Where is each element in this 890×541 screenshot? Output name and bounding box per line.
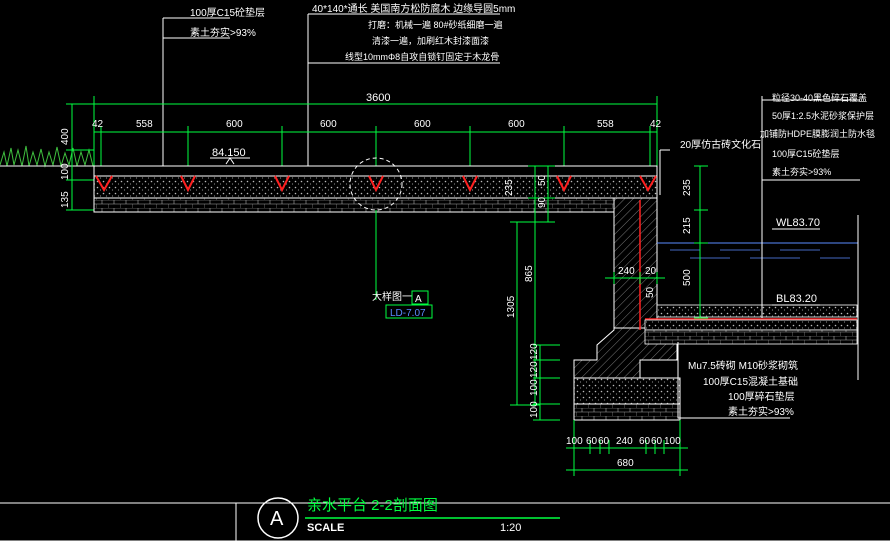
dim-left-100: 100 <box>60 163 71 180</box>
dim-mid-90: 90 <box>537 196 548 208</box>
detail-ref-code: LD-7.07 <box>390 308 426 319</box>
callout-top-left-2: 素土夯实>93% <box>190 26 256 39</box>
dim-seg-6: 600 <box>508 119 525 130</box>
dim-wall-240: 240 <box>618 266 635 277</box>
callout-top-center-4: 线型10mmΦ8自攻自锁钉固定于木龙骨 <box>345 51 499 62</box>
dim-base-5: 60 <box>639 436 651 447</box>
grass <box>0 145 94 168</box>
callout-top-center-2: 打磨：机械一遍 80#砂纸细磨一遍 <box>368 19 503 30</box>
callout-top-center-3: 清漆一遍，加刷红木封漆面漆 <box>372 35 489 46</box>
dim-seg-3: 600 <box>226 119 243 130</box>
dim-base-2: 60 <box>586 436 598 447</box>
dim-stack-3: 100 <box>529 379 540 396</box>
callout-foundation: Mu7.5砖砌 M10砂浆砌筑 100厚C15混凝土基础 100厚碎石垫层 素土… <box>677 342 798 419</box>
dim-left-400: 400 <box>60 128 71 145</box>
water-level: WL83.70 <box>776 217 820 229</box>
dim-right-col <box>694 165 708 319</box>
callout-foundation-1: Mu7.5砖砌 M10砂浆砌筑 <box>688 359 798 372</box>
dim-right-215: 215 <box>682 217 693 234</box>
callout-right-4: 100厚C15砼垫层 <box>772 148 840 159</box>
dim-left-135: 135 <box>60 191 71 208</box>
title-letter: A <box>270 508 284 530</box>
callout-top-center-1: 40*140*通长 美国南方松防腐木 边缘导圆5mm <box>312 2 515 15</box>
title-block: A 亲水平台 2-2剖面图 SCALE 1:20 <box>0 497 890 541</box>
dim-base-1: 100 <box>566 436 583 447</box>
deck <box>93 157 658 213</box>
dim-seg-4: 600 <box>320 119 337 130</box>
dim-base-3: 60 <box>598 436 610 447</box>
deck-elevation: 84.150 <box>212 147 246 159</box>
dim-mid-50: 50 <box>537 174 548 186</box>
drawing-title: 亲水平台 2-2剖面图 <box>307 497 438 514</box>
callout-right-2: 50厚1:2.5水泥砂浆保护层 <box>772 110 874 121</box>
bottom-level: BL83.20 <box>776 293 817 305</box>
section-drawing: 100厚C15砼垫层 素土夯实>93% 40*140*通长 美国南方松防腐木 边… <box>0 2 890 541</box>
dim-mid-1305: 1305 <box>506 295 517 318</box>
dim-stack-1: 120 <box>529 343 540 360</box>
dim-seg-5: 600 <box>414 119 431 130</box>
detail-ref-letter: A <box>415 294 422 305</box>
callout-foundation-4: 素土夯实>93% <box>728 405 794 418</box>
scale-label: SCALE <box>307 522 344 534</box>
dim-wall-50: 50 <box>645 286 656 298</box>
callout-right-3: 加铺防HDPE膜膨润土防水毯 <box>760 128 875 139</box>
detail-reference: 大样图一 A LD-7.07 <box>372 210 433 319</box>
dim-base-total: 680 <box>617 458 634 469</box>
dim-stack-2: 120 <box>529 361 540 378</box>
dim-top <box>93 96 658 170</box>
dim-right-235: 235 <box>682 179 693 196</box>
dim-base-6: 60 <box>651 436 663 447</box>
dim-seg-7: 558 <box>597 119 614 130</box>
dim-top-total: 3600 <box>366 92 390 104</box>
dim-wall-20: 20 <box>645 266 657 277</box>
callout-top-left-1: 100厚C15砼垫层 <box>190 6 265 19</box>
callout-top-center: 40*140*通长 美国南方松防腐木 边缘导圆5mm 打磨：机械一遍 80#砂纸… <box>307 2 515 175</box>
dim-mid-865: 865 <box>524 265 535 282</box>
callout-cap-text: 20厚仿古砖文化石 <box>680 138 761 151</box>
callout-right-5: 素土夯实>93% <box>772 166 831 177</box>
dim-base-7: 100 <box>664 436 681 447</box>
callout-right-1: 粒径30-40黑色碎石覆盖 <box>772 92 867 103</box>
dim-stack-4: 100 <box>529 401 540 418</box>
dim-right-500: 500 <box>682 269 693 286</box>
dim-mid-235: 235 <box>504 179 515 196</box>
scale-value: 1:20 <box>500 522 521 534</box>
callout-foundation-3: 100厚碎石垫层 <box>728 390 795 403</box>
callout-cap: 20厚仿古砖文化石 <box>659 138 761 195</box>
dim-top-segments: 42 558 600 600 600 600 558 42 <box>92 119 662 130</box>
dim-seg-8: 42 <box>650 119 662 130</box>
detail-ref-label: 大样图一 <box>372 290 412 303</box>
dim-base-4: 240 <box>616 436 633 447</box>
dim-seg-2: 558 <box>136 119 153 130</box>
callout-foundation-2: 100厚C15混凝土基础 <box>703 375 798 388</box>
dim-seg-1: 42 <box>92 119 104 130</box>
